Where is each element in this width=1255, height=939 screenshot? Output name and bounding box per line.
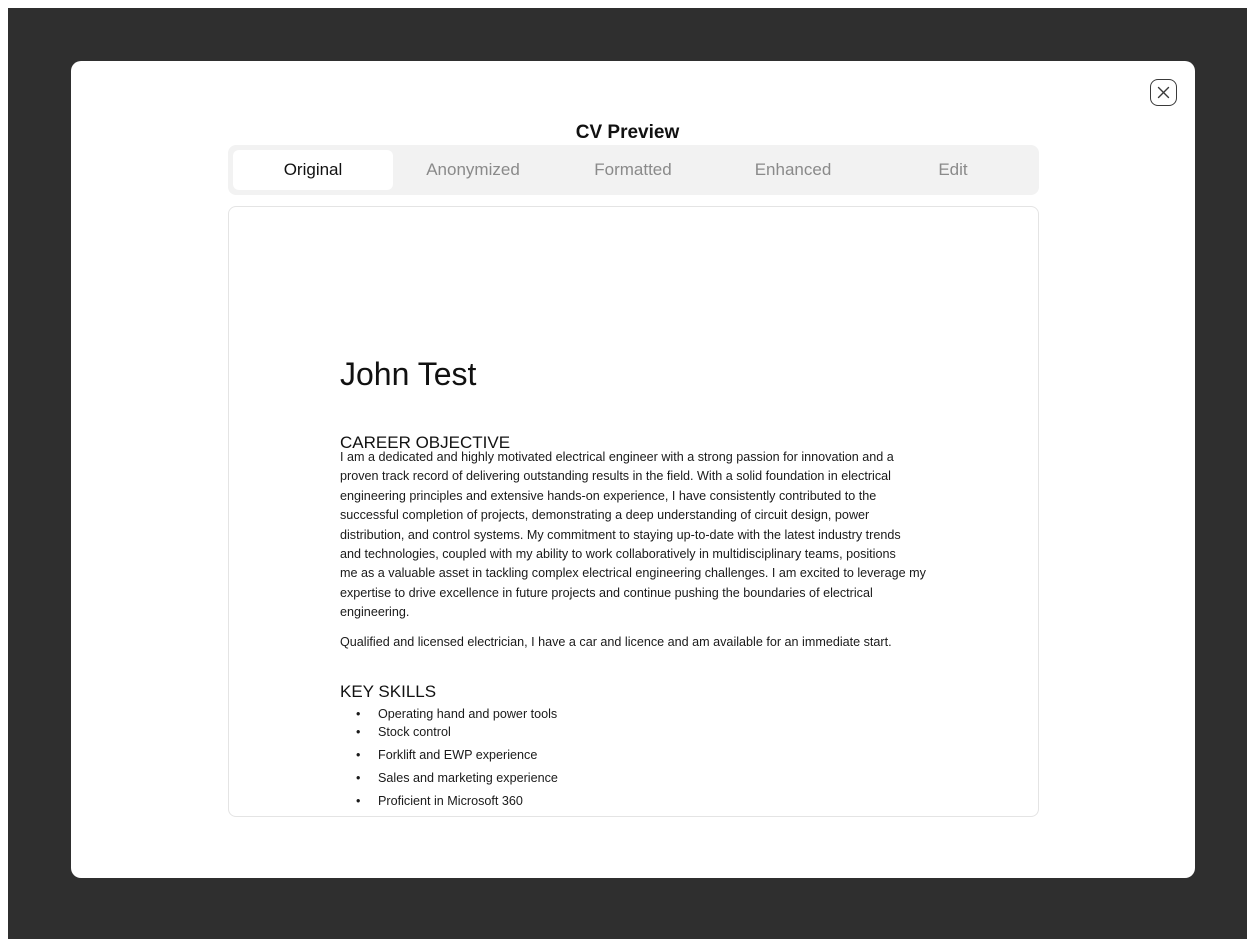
bullet-icon: • xyxy=(356,794,361,808)
tab-edit[interactable]: Edit xyxy=(873,150,1033,190)
close-button[interactable] xyxy=(1150,79,1177,106)
tab-bar: Original Anonymized Formatted Enhanced E… xyxy=(228,145,1039,195)
career-objective-line: distribution, and control systems. My co… xyxy=(340,527,901,542)
skill-text: Operating hand and power tools xyxy=(378,707,558,721)
career-objective-line: successful completion of projects, demon… xyxy=(340,508,870,523)
key-skills-list: • Operating hand and power tools • Stock c… xyxy=(340,705,558,810)
career-objective-line: proven track record of delivering outsta… xyxy=(340,469,891,484)
cv-preview-panel[interactable]: John Test CAREER OBJECTIVE I am a dedica… xyxy=(228,206,1039,817)
list-item: • Proficient in Microsoft 360 xyxy=(340,792,558,810)
career-objective-text: I am a dedicated and highly motivated el… xyxy=(340,448,1000,623)
availability-line: Qualified and licensed electrician, I ha… xyxy=(340,635,892,649)
bullet-icon: • xyxy=(356,748,361,762)
career-objective-line: engineering principles and extensive han… xyxy=(340,488,877,503)
skill-text: Stock control xyxy=(378,725,451,739)
key-skills-heading: KEY SKILLS xyxy=(340,682,437,701)
tab-formatted[interactable]: Formatted xyxy=(553,150,713,190)
bullet-icon: • xyxy=(356,725,361,739)
list-item: • Operating hand and power tools xyxy=(340,705,558,723)
career-objective-line: engineering. xyxy=(340,605,410,620)
skill-text: Forklift and EWP experience xyxy=(378,748,538,762)
career-objective-line: and technologies, coupled with my abilit… xyxy=(340,547,896,562)
modal-title: CV Preview xyxy=(575,122,680,143)
list-item: • Sales and marketing experience xyxy=(340,769,558,787)
skill-text: Proficient in Microsoft 360 xyxy=(378,794,523,808)
bullet-icon: • xyxy=(356,771,361,785)
tab-enhanced[interactable]: Enhanced xyxy=(713,150,873,190)
availability-text: Qualified and licensed electrician, I ha… xyxy=(340,633,1000,652)
list-item: • Stock control xyxy=(340,723,558,741)
list-item: • Forklift and EWP experience xyxy=(340,746,558,764)
tab-anonymized[interactable]: Anonymized xyxy=(393,150,553,190)
career-objective-line: me as a valuable asset in tackling compl… xyxy=(340,566,926,581)
cv-name: John Test xyxy=(340,356,477,392)
bullet-icon: • xyxy=(356,707,361,721)
skill-text: Sales and marketing experience xyxy=(378,771,558,785)
career-objective-line: I am a dedicated and highly motivated el… xyxy=(340,450,894,464)
close-icon xyxy=(1157,86,1170,99)
career-objective-line: expertise to drive excellence in future … xyxy=(340,585,873,600)
tab-original[interactable]: Original xyxy=(233,150,393,190)
